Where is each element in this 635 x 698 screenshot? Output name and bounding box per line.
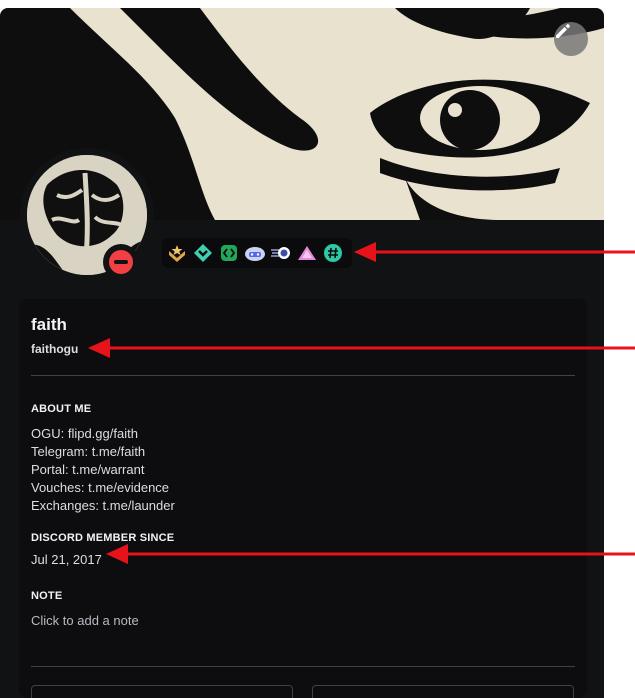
pencil-icon	[556, 24, 570, 38]
divider	[31, 375, 575, 376]
annotation-arrow-member-since	[106, 544, 635, 564]
about-me-text: OGU: flipd.gg/faith Telegram: t.me/faith…	[31, 425, 175, 515]
username[interactable]: faithogu	[31, 342, 78, 356]
display-name: faith	[31, 315, 67, 334]
member-since-date: Jul 21, 2017	[31, 552, 102, 567]
triangle-badge-icon[interactable]	[296, 242, 318, 264]
status-indicator	[103, 244, 139, 280]
about-line: Vouches: t.me/evidence	[31, 480, 170, 495]
note-input[interactable]: Click to add a note	[31, 613, 139, 628]
about-me-heading: ABOUT ME	[31, 403, 92, 415]
about-line: Portal: t.me/warrant	[31, 462, 145, 477]
orbs-icon[interactable]	[270, 242, 292, 264]
edit-banner-button[interactable]	[554, 22, 588, 56]
active-developer-icon[interactable]	[218, 242, 240, 264]
note-heading: NOTE	[31, 590, 63, 602]
annotation-arrow-badges	[354, 242, 635, 262]
divider	[31, 666, 575, 667]
about-line: Telegram: t.me/faith	[31, 444, 146, 459]
quest-completer-icon[interactable]	[244, 242, 266, 264]
badge-row	[162, 238, 352, 268]
about-line: OGU: flipd.gg/faith	[31, 426, 138, 441]
footer-button-right[interactable]	[312, 685, 574, 698]
hypesquad-bravery-icon[interactable]	[166, 242, 188, 264]
footer-button-left[interactable]	[31, 685, 293, 698]
annotation-arrow-username	[88, 338, 635, 358]
hashtag-badge-icon[interactable]	[322, 242, 344, 264]
nitro-gem-icon[interactable]	[192, 242, 214, 264]
about-line: Exchanges: t.me/launder	[31, 498, 175, 513]
do-not-disturb-icon	[109, 250, 133, 274]
